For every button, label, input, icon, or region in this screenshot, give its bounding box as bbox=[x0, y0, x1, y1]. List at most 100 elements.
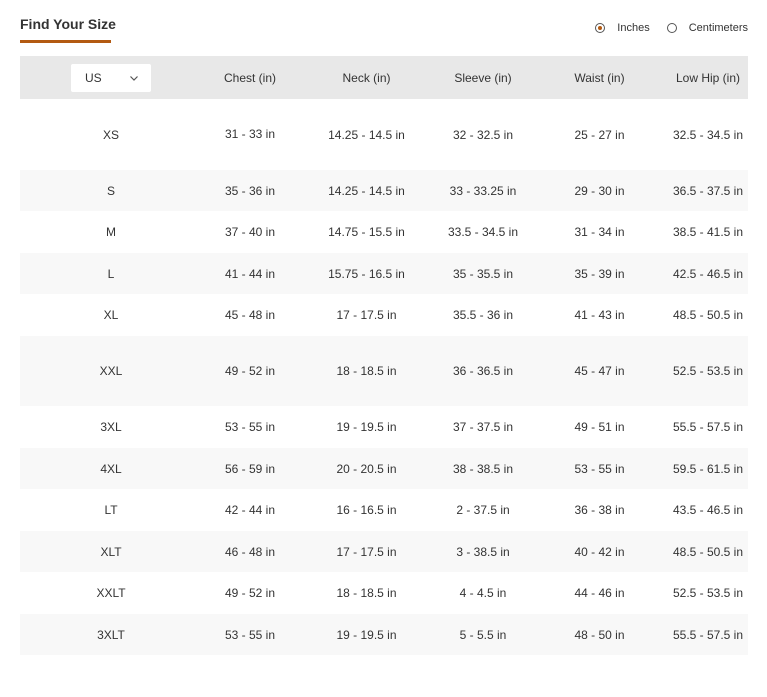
waist-cell: 31 - 34 in bbox=[574, 225, 625, 239]
waist-cell: 35 - 39 in bbox=[574, 266, 625, 281]
low-hip-cell: 52.5 - 53.5 in bbox=[672, 586, 744, 600]
size-cell: XS bbox=[102, 127, 119, 142]
neck-cell: 14.25 - 14.5 in bbox=[328, 183, 405, 198]
waist-cell: 48 - 50 in bbox=[574, 627, 625, 642]
page-title: Find Your Size bbox=[20, 16, 116, 32]
table-row: XL 45 - 48 in 17 - 17.5 in 35.5 - 36 in … bbox=[20, 294, 748, 336]
chest-cell: 53 - 55 in bbox=[224, 420, 276, 434]
region-select[interactable]: US bbox=[71, 63, 151, 92]
column-header-waist: Waist (in) bbox=[574, 70, 625, 85]
table-row: L 41 - 44 in 15.75 - 16.5 in 35 - 35.5 i… bbox=[20, 253, 748, 294]
unit-toggle: Inches Centimeters bbox=[595, 22, 748, 34]
size-cell: S bbox=[106, 183, 115, 198]
size-table: US Chest (in) Neck (in) Sleeve (in) Wais… bbox=[20, 56, 748, 655]
neck-cell: 18 - 18.5 in bbox=[336, 364, 397, 378]
size-cell: XXL bbox=[99, 364, 123, 378]
table-row: XXLT 49 - 52 in 18 - 18.5 in 4 - 4.5 in … bbox=[20, 572, 748, 614]
waist-cell: 49 - 51 in bbox=[574, 420, 625, 434]
sleeve-cell: 35.5 - 36 in bbox=[452, 308, 514, 322]
low-hip-cell: 59.5 - 61.5 in bbox=[672, 461, 744, 476]
size-chart-panel: Find Your Size Inches Centimeters US Che… bbox=[0, 0, 767, 697]
unit-label-inches: Inches bbox=[617, 22, 650, 34]
sleeve-cell: 35 - 35.5 in bbox=[452, 266, 514, 281]
low-hip-cell: 55.5 - 57.5 in bbox=[672, 420, 744, 434]
radio-unchecked-icon[interactable] bbox=[666, 23, 677, 33]
low-hip-cell: 48.5 - 50.5 in bbox=[672, 544, 744, 559]
neck-cell: 17 - 17.5 in bbox=[336, 544, 397, 559]
chest-cell: 31 - 33 in bbox=[224, 127, 276, 141]
waist-cell: 29 - 30 in bbox=[574, 183, 625, 198]
table-row: 3XL 53 - 55 in 19 - 19.5 in 37 - 37.5 in… bbox=[20, 406, 748, 448]
sleeve-cell: 33.5 - 34.5 in bbox=[447, 225, 519, 239]
size-cell: XLT bbox=[100, 544, 122, 559]
sleeve-cell: 38 - 38.5 in bbox=[452, 461, 514, 476]
neck-cell: 14.75 - 15.5 in bbox=[328, 225, 405, 239]
size-cell: XL bbox=[103, 308, 119, 322]
table-row: XLT 46 - 48 in 17 - 17.5 in 3 - 38.5 in … bbox=[20, 531, 748, 572]
chest-cell: 56 - 59 in bbox=[224, 461, 276, 476]
column-header-neck: Neck (in) bbox=[342, 70, 391, 85]
chest-cell: 37 - 40 in bbox=[224, 225, 276, 239]
low-hip-cell: 36.5 - 37.5 in bbox=[672, 183, 744, 198]
sleeve-cell: 3 - 38.5 in bbox=[456, 544, 510, 559]
size-cell: 4XL bbox=[100, 461, 122, 476]
low-hip-cell: 48.5 - 50.5 in bbox=[672, 308, 744, 322]
region-cell: US bbox=[20, 63, 202, 92]
sleeve-cell: 4 - 4.5 in bbox=[459, 586, 507, 600]
sleeve-cell: 32 - 32.5 in bbox=[452, 127, 514, 142]
table-header-row: US Chest (in) Neck (in) Sleeve (in) Wais… bbox=[20, 56, 748, 99]
neck-cell: 19 - 19.5 in bbox=[336, 627, 397, 642]
waist-cell: 45 - 47 in bbox=[574, 364, 625, 378]
size-cell: L bbox=[107, 266, 115, 281]
neck-cell: 16 - 16.5 in bbox=[336, 503, 397, 517]
title-underline bbox=[20, 40, 111, 43]
chest-cell: 46 - 48 in bbox=[224, 544, 276, 559]
table-row: LT 42 - 44 in 16 - 16.5 in 2 - 37.5 in 3… bbox=[20, 489, 748, 531]
low-hip-cell: 52.5 - 53.5 in bbox=[672, 364, 744, 378]
low-hip-cell: 38.5 - 41.5 in bbox=[672, 225, 744, 239]
unit-label-centimeters: Centimeters bbox=[688, 22, 748, 34]
chest-cell: 45 - 48 in bbox=[224, 308, 276, 322]
neck-cell: 17 - 17.5 in bbox=[336, 308, 397, 322]
unit-option-inches[interactable]: Inches bbox=[595, 22, 650, 34]
neck-cell: 18 - 18.5 in bbox=[336, 586, 397, 600]
low-hip-cell: 43.5 - 46.5 in bbox=[672, 503, 744, 517]
waist-cell: 40 - 42 in bbox=[574, 544, 625, 559]
neck-cell: 20 - 20.5 in bbox=[336, 461, 397, 476]
waist-cell: 25 - 27 in bbox=[574, 127, 625, 142]
region-select-value: US bbox=[85, 70, 102, 85]
chest-cell: 35 - 36 in bbox=[224, 183, 276, 198]
table-row: M 37 - 40 in 14.75 - 15.5 in 33.5 - 34.5… bbox=[20, 211, 748, 253]
table-row: 4XL 56 - 59 in 20 - 20.5 in 38 - 38.5 in… bbox=[20, 448, 748, 489]
chest-cell: 49 - 52 in bbox=[224, 363, 276, 378]
waist-cell: 36 - 38 in bbox=[574, 503, 625, 517]
table-row: XS 31 - 33 in 14.25 - 14.5 in 32 - 32.5 … bbox=[20, 99, 748, 170]
size-cell: 3XLT bbox=[97, 627, 125, 642]
table-row: XXL 49 - 52 in 18 - 18.5 in 36 - 36.5 in… bbox=[20, 336, 748, 406]
low-hip-cell: 42.5 - 46.5 in bbox=[672, 266, 744, 281]
neck-cell: 19 - 19.5 in bbox=[336, 420, 397, 434]
chest-cell: 53 - 55 in bbox=[224, 627, 276, 642]
chest-cell: 42 - 44 in bbox=[224, 503, 276, 517]
waist-cell: 53 - 55 in bbox=[574, 461, 625, 476]
column-header-chest: Chest (in) bbox=[223, 70, 276, 85]
chest-cell: 41 - 44 in bbox=[224, 266, 276, 281]
unit-option-centimeters[interactable]: Centimeters bbox=[666, 22, 748, 34]
low-hip-cell: 55.5 - 57.5 in bbox=[672, 627, 744, 642]
sleeve-cell: 2 - 37.5 in bbox=[456, 503, 510, 517]
chevron-down-icon bbox=[130, 75, 138, 81]
sleeve-cell: 36 - 36.5 in bbox=[452, 364, 514, 378]
neck-cell: 15.75 - 16.5 in bbox=[328, 266, 405, 281]
sleeve-cell: 37 - 37.5 in bbox=[452, 420, 514, 434]
size-cell: LT bbox=[104, 503, 118, 517]
low-hip-cell: 32.5 - 34.5 in bbox=[672, 127, 744, 142]
column-header-low-hip: Low Hip (in) bbox=[675, 70, 741, 85]
radio-checked-icon[interactable] bbox=[595, 23, 606, 33]
size-cell: 3XL bbox=[100, 420, 122, 434]
sleeve-cell: 5 - 5.5 in bbox=[459, 627, 507, 642]
size-cell: XXLT bbox=[96, 586, 126, 600]
waist-cell: 41 - 43 in bbox=[574, 308, 625, 322]
table-row: 3XLT 53 - 55 in 19 - 19.5 in 5 - 5.5 in … bbox=[20, 614, 748, 655]
chest-cell: 49 - 52 in bbox=[224, 586, 276, 600]
size-cell: M bbox=[106, 225, 116, 239]
